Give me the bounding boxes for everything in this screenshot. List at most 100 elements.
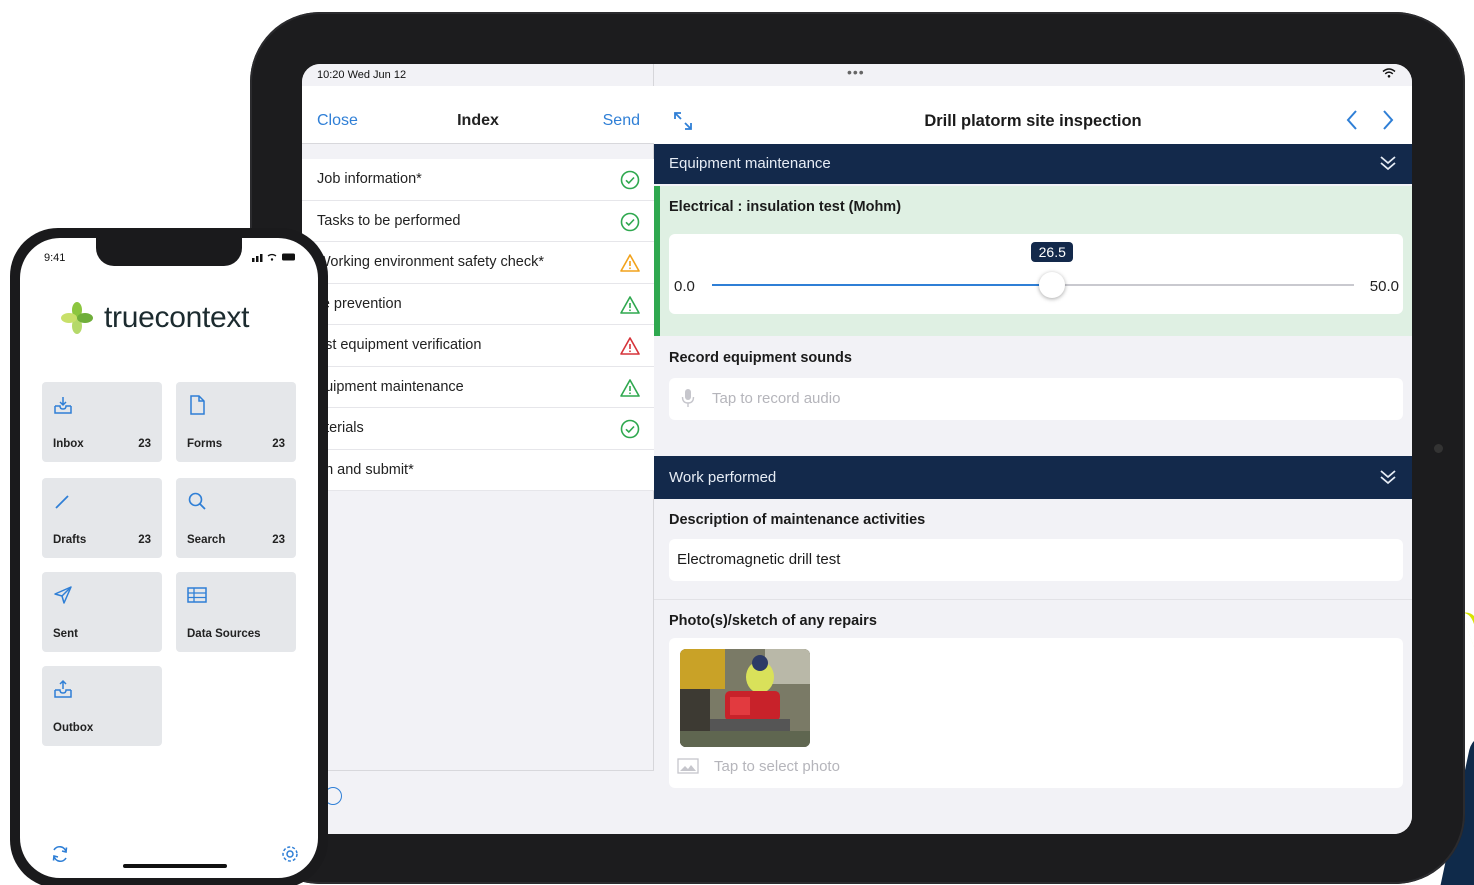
- form-title: Drill platorm site inspection: [924, 112, 1142, 130]
- index-item-label: est equipment verification: [317, 337, 482, 353]
- tablet-device: Close Index Send Job information* Tasks …: [250, 12, 1465, 884]
- brand-name: truecontext: [104, 301, 250, 334]
- record-audio-input[interactable]: Tap to record audio: [669, 378, 1403, 420]
- index-item-equipment-maintenance[interactable]: quipment maintenance: [302, 367, 654, 408]
- tablet-screen: Close Index Send Job information* Tasks …: [302, 64, 1412, 834]
- index-panel: Close Index Send Job information* Tasks …: [302, 64, 654, 834]
- warning-triangle-icon: [620, 254, 640, 272]
- photo-field: Photo(s)/sketch of any repairs Tap to se…: [654, 599, 1412, 799]
- index-item-test-equipment[interactable]: est equipment verification: [302, 325, 654, 367]
- status-bar: 10:20 Wed Jun 12 •••: [302, 64, 1412, 86]
- multitask-dots[interactable]: •••: [847, 64, 865, 80]
- warning-triangle-icon: [620, 295, 640, 314]
- slider-thumb[interactable]: [1039, 272, 1066, 298]
- index-item-label: gn and submit*: [317, 461, 414, 478]
- phone-status-time: 9:41: [44, 252, 66, 264]
- form-panel: Drill platorm site inspection Equipment …: [654, 64, 1412, 834]
- slider-label: Electrical : insulation test (Mohm): [669, 199, 902, 215]
- description-label: Description of maintenance activities: [669, 512, 926, 528]
- index-item-label: Working environment safety check*: [317, 254, 545, 270]
- tile-outbox[interactable]: Outbox: [42, 666, 162, 746]
- phone-screen: 9:41 truecontext Inbox 23 Forms 23 Draft…: [20, 238, 318, 878]
- index-list: Job information* Tasks to be performed W…: [302, 159, 654, 491]
- photo-label: Photo(s)/sketch of any repairs: [669, 613, 877, 629]
- tile-data-sources[interactable]: Data Sources: [176, 572, 296, 652]
- tile-label: Inbox: [53, 438, 84, 450]
- slider-track[interactable]: 26.5: [712, 242, 1354, 298]
- chevron-left-icon[interactable]: [1344, 108, 1360, 132]
- section-work-performed[interactable]: Work performed: [654, 456, 1412, 499]
- index-title: Index: [457, 112, 499, 129]
- section-equipment-maintenance[interactable]: Equipment maintenance: [654, 144, 1412, 184]
- description-field: Description of maintenance activities El…: [654, 499, 1412, 609]
- record-sounds-field: Record equipment sounds Tap to record au…: [654, 336, 1412, 444]
- search-icon: [188, 492, 206, 510]
- tile-label: Sent: [53, 628, 78, 640]
- truecontext-logo-icon: [61, 302, 93, 334]
- tile-drafts[interactable]: Drafts 23: [42, 478, 162, 558]
- tile-count: 23: [272, 534, 285, 546]
- tile-forms[interactable]: Forms 23: [176, 382, 296, 462]
- tile-sent[interactable]: Sent: [42, 572, 162, 652]
- index-item-safety-check[interactable]: Working environment safety check*: [302, 242, 654, 284]
- document-icon: [190, 395, 205, 415]
- slider-fill: [712, 284, 1053, 286]
- chevron-double-down-icon[interactable]: [1378, 467, 1398, 487]
- table-icon: [187, 587, 207, 603]
- index-navbar: Close Index Send: [302, 86, 654, 144]
- tile-inbox[interactable]: Inbox 23: [42, 382, 162, 462]
- slider-value-bubble: 26.5: [1031, 242, 1074, 262]
- photo-picker[interactable]: Tap to select photo: [669, 638, 1403, 788]
- tile-label: Search: [187, 534, 226, 546]
- brand-logo: truecontext: [60, 298, 249, 338]
- description-value: Electromagnetic drill test: [677, 551, 841, 568]
- chevron-right-icon[interactable]: [1380, 108, 1396, 132]
- section-title: Equipment maintenance: [669, 155, 831, 172]
- tile-search[interactable]: Search 23: [176, 478, 296, 558]
- index-item-label: quipment maintenance: [317, 378, 464, 395]
- tile-label: Outbox: [53, 722, 94, 734]
- send-button[interactable]: Send: [603, 112, 640, 130]
- tablet-camera: [1434, 444, 1443, 453]
- index-item-label: re prevention: [317, 295, 402, 312]
- status-time: 10:20 Wed Jun 12: [317, 69, 407, 81]
- check-circle-icon: [620, 170, 640, 190]
- tile-count: 23: [138, 534, 151, 546]
- index-item-materials[interactable]: aterials: [302, 408, 654, 450]
- repair-photo-image: [680, 649, 810, 747]
- sound-label: Record equipment sounds: [669, 350, 852, 366]
- chevron-double-down-icon[interactable]: [1378, 153, 1398, 173]
- index-item-label: Tasks to be performed: [317, 212, 461, 229]
- tile-label: Forms: [187, 438, 223, 450]
- repair-photo[interactable]: [680, 649, 810, 747]
- index-item-label: Job information*: [317, 171, 422, 187]
- signal-battery-icon: [252, 253, 295, 262]
- warning-triangle-icon: [620, 337, 640, 355]
- index-item-job-information[interactable]: Job information*: [302, 159, 654, 201]
- gear-icon[interactable]: [280, 844, 300, 864]
- index-item-tasks[interactable]: Tasks to be performed: [302, 201, 654, 242]
- check-circle-icon: [620, 419, 640, 439]
- microphone-icon: [681, 389, 695, 407]
- wifi-icon: [1382, 68, 1396, 78]
- tile-count: 23: [272, 438, 285, 450]
- sync-icon[interactable]: [50, 844, 70, 864]
- check-circle-icon: [620, 212, 640, 231]
- pencil-icon: [55, 495, 69, 509]
- image-icon: [677, 758, 699, 774]
- description-input[interactable]: Electromagnetic drill test: [669, 539, 1403, 581]
- send-icon: [54, 586, 72, 604]
- slider-min-label: 0.0: [674, 278, 695, 295]
- index-item-sign-submit[interactable]: gn and submit*: [302, 450, 654, 491]
- phone-notch: [96, 238, 242, 266]
- tile-count: 23: [138, 438, 151, 450]
- warning-triangle-icon: [620, 378, 640, 397]
- slider-max-label: 50.0: [1369, 278, 1399, 295]
- index-item-fire-prevention[interactable]: re prevention: [302, 284, 654, 325]
- slider-card: 0.0 26.5 50.0: [669, 234, 1403, 314]
- form-navbar: Drill platorm site inspection: [654, 86, 1412, 144]
- inbox-icon: [54, 397, 72, 414]
- select-photo-placeholder: Tap to select photo: [714, 758, 840, 775]
- phone-device: 9:41 truecontext Inbox 23 Forms 23 Draft…: [10, 228, 328, 885]
- record-audio-placeholder: Tap to record audio: [712, 390, 841, 407]
